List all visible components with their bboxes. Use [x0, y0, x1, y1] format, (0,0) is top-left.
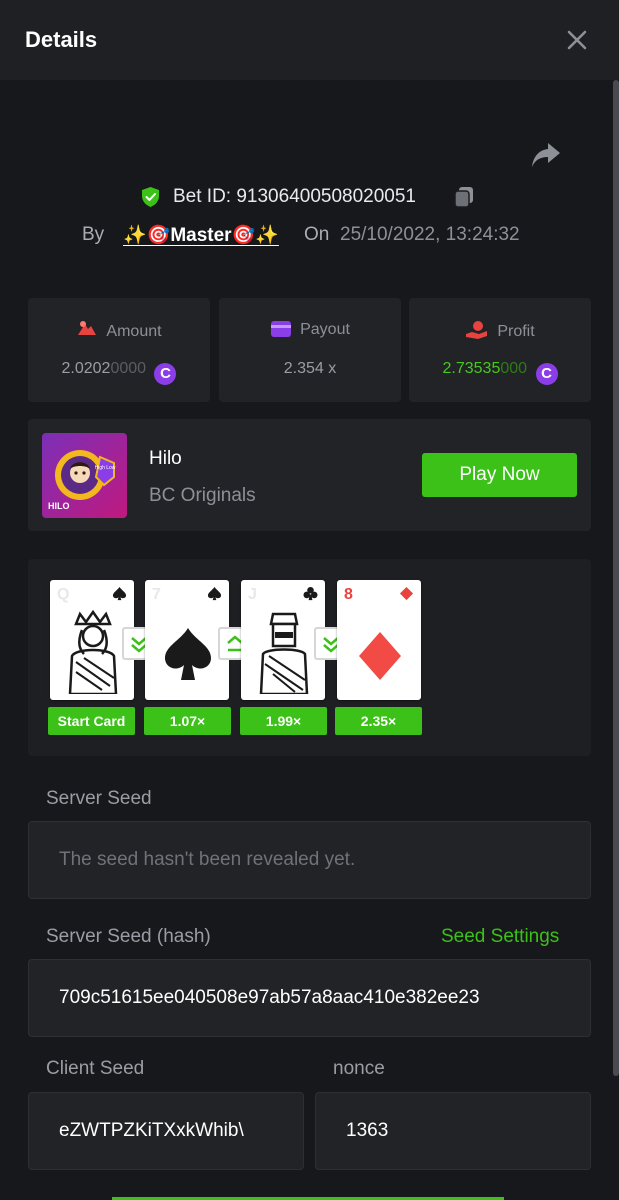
- page-title: Details: [25, 27, 98, 52]
- nonce-label: nonce: [333, 1058, 385, 1079]
- details-header: Details: [0, 0, 619, 80]
- multiplier-badge: 1.07×: [144, 707, 231, 735]
- server-seed-placeholder: The seed hasn't been revealed yet.: [59, 849, 356, 870]
- coin-icon: C: [535, 363, 558, 385]
- card-eight-diamonds: 8: [337, 580, 421, 700]
- payout-value: 2.354 x: [283, 360, 337, 377]
- payout-stat: Payout 2.354 x: [219, 298, 401, 402]
- hilo-result-panel: Q 7 J 8 Start Card 1.07× 1.99× 2.35×: [28, 559, 591, 756]
- shield-check-icon: [142, 187, 159, 207]
- by-label: By: [82, 224, 105, 245]
- amount-icon: [78, 321, 97, 335]
- hilo-badge-text: High Low: [95, 465, 116, 471]
- client-seed-value: eZWTPZKiTXxkWhib\: [59, 1120, 244, 1141]
- hilo-thumb-text: HILO: [48, 501, 70, 511]
- large-spade-icon: [165, 628, 211, 680]
- copy-icon[interactable]: [452, 185, 476, 209]
- large-diamond-icon: [359, 632, 401, 680]
- profit-icon: [466, 321, 488, 339]
- diamond-icon: [399, 586, 414, 601]
- queen-figure-icon: [68, 610, 118, 694]
- game-thumbnail[interactable]: High Low HILO: [42, 433, 127, 518]
- amount-label: Amount: [106, 323, 162, 340]
- payout-label: Payout: [300, 321, 350, 338]
- server-seed-hash-label: Server Seed (hash): [46, 926, 211, 947]
- jack-figure-icon: [259, 612, 309, 694]
- spade-icon: [207, 586, 222, 601]
- nonce-value: 1363: [346, 1120, 389, 1141]
- amount-stat: Amount 2.02020000 C: [28, 298, 210, 402]
- game-name: Hilo: [149, 448, 182, 469]
- username-link[interactable]: ✨🎯Master🎯✨: [123, 223, 279, 247]
- client-seed-label: Client Seed: [46, 1058, 145, 1079]
- server-seed-hash-value: 709c51615ee040508e97ab57a8aac410e382ee23: [59, 987, 480, 1008]
- multiplier-badge: 1.99×: [240, 707, 327, 735]
- bet-datetime: 25/10/2022, 13:24:32: [340, 224, 520, 245]
- card-rank: 8: [344, 586, 353, 603]
- amount-value-trailing: 0000: [110, 360, 147, 377]
- server-seed-label: Server Seed: [46, 788, 152, 809]
- hilo-logo-icon: High Low HILO: [48, 450, 116, 511]
- profit-label: Profit: [497, 323, 535, 340]
- close-icon[interactable]: [565, 28, 589, 52]
- share-icon[interactable]: [530, 140, 562, 170]
- bet-id: Bet ID: 913064005080200​51: [173, 186, 416, 207]
- seed-settings-link[interactable]: Seed Settings: [441, 926, 559, 948]
- profit-stat: Profit 2.73535000 C: [409, 298, 591, 402]
- server-seed-field[interactable]: The seed hasn't been revealed yet.: [28, 821, 591, 899]
- nonce-field[interactable]: 1363: [315, 1092, 591, 1170]
- on-label: On: [304, 224, 330, 245]
- card-seven-spades: 7: [145, 580, 229, 700]
- card-rank: Q: [57, 586, 70, 603]
- game-card: High Low HILO Hilo BC Originals Play Now: [28, 419, 591, 531]
- amount-value: 2.0202: [61, 360, 111, 377]
- play-now-button[interactable]: Play Now: [422, 453, 577, 497]
- server-seed-hash-field[interactable]: 709c51615ee040508e97ab57a8aac410e382ee23: [28, 959, 591, 1037]
- spade-icon: [112, 586, 127, 601]
- card-rank: J: [248, 586, 257, 603]
- club-icon: [303, 586, 318, 601]
- card-rank: 7: [152, 586, 161, 603]
- wallet-icon: [271, 321, 292, 337]
- multiplier-badge: 2.35×: [335, 707, 422, 735]
- client-seed-field[interactable]: eZWTPZKiTXxkWhib\: [28, 1092, 304, 1170]
- bet-meta-row: By ✨🎯Master🎯✨ On 25/10/2022, 13:24:32: [0, 221, 619, 249]
- bet-id-row: Bet ID: 913064005080200​51: [0, 183, 619, 211]
- profit-value-trailing: 000: [500, 360, 528, 377]
- start-card-badge: Start Card: [48, 707, 135, 735]
- coin-icon: C: [154, 363, 177, 385]
- card-jack-clubs: J: [241, 580, 325, 700]
- profit-value: 2.73535: [442, 360, 501, 377]
- game-provider: BC Originals: [149, 485, 256, 506]
